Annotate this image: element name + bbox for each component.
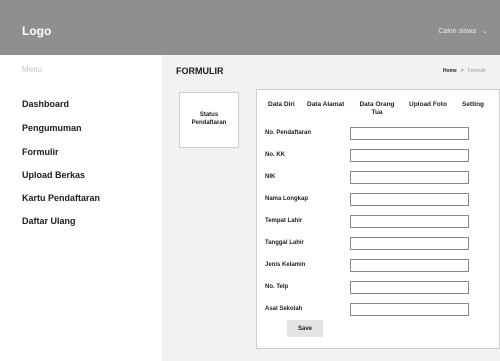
sidebar-item-upload-berkas[interactable]: Upload Berkas [22,170,85,180]
form-card: Data Diri Data Alamat Data Orang Tua Upl… [256,89,500,349]
tab-data-alamat[interactable]: Data Alamat [307,101,344,109]
sidebar-item-kartu-pendaftaran[interactable]: Kartu Pendaftaran [22,193,100,203]
sidebar-item-formulir[interactable]: Formulir [22,147,59,157]
field-label: Tanggal Lahir [265,240,304,246]
tab-data-diri[interactable]: Data Diri [268,101,295,109]
status-card[interactable]: Status Pendaftaran [179,92,239,148]
jenis-kelamin-field[interactable] [350,259,469,272]
breadcrumb-separator: > [460,68,464,74]
top-bar: Logo Calon siswa ⌄ [0,0,500,55]
nik-field[interactable] [350,171,469,184]
no-telp-field[interactable] [350,281,469,294]
chevron-down-icon: ⌄ [482,28,488,35]
field-label: Asal Sekolah [265,306,303,312]
no-kk-field[interactable] [350,149,469,162]
sidebar-item-daftar-ulang[interactable]: Daftar Ulang [22,216,76,226]
main-content: FORMULIR Home > Formulir Status Pendafta… [162,55,500,361]
sidebar-heading: Menu [22,65,43,74]
breadcrumb-current: Formulir [467,68,486,74]
field-label: Jenis Kelamin [265,262,306,268]
tempat-lahir-field[interactable] [350,215,469,228]
page-title: FORMULIR [176,66,224,76]
field-label: Tempat Lahir [265,218,303,224]
user-menu[interactable]: Calon siswa ⌄ [438,27,488,36]
field-label: No. Telp [265,284,289,290]
save-button[interactable]: Save [287,320,323,337]
field-label: NIK [265,174,276,180]
breadcrumb-home[interactable]: Home [443,68,457,74]
field-label: No. Pendaftaran [265,130,312,136]
sidebar-item-dashboard[interactable]: Dashboard [22,99,69,109]
status-card-label: Status Pendaftaran [191,112,227,126]
tab-upload-foto[interactable]: Upload Foto [409,101,447,109]
no-pendaftaran-field[interactable] [350,127,469,140]
field-label: No. KK [265,152,285,158]
logo: Logo [22,24,52,38]
nama-lengkap-field[interactable] [350,193,469,206]
asal-sekolah-field[interactable] [350,303,469,316]
tab-setting[interactable]: Setting [462,101,484,109]
field-label: Nama Longkap [265,196,309,202]
user-menu-label: Calon siswa [438,27,477,35]
tab-data-orang-tua[interactable]: Data Orang Tua [359,101,395,117]
sidebar-item-pengumuman[interactable]: Pengumuman [22,123,82,133]
tanggal-lahir-field[interactable] [350,237,469,250]
breadcrumb: Home > Formulir [443,68,486,74]
sidebar: Menu Dashboard Pengumuman Formulir Uploa… [0,55,162,361]
